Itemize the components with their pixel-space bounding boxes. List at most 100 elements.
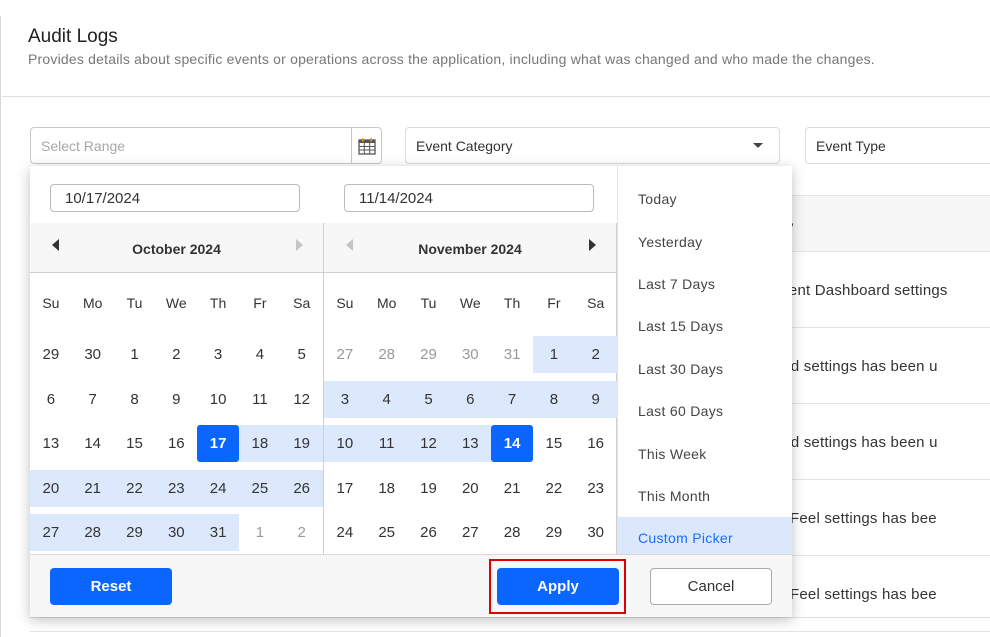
day-cell[interactable]: 7: [72, 381, 114, 418]
day-cell[interactable]: 13: [30, 425, 72, 462]
day-cell[interactable]: 26: [280, 469, 323, 507]
day-cell[interactable]: 5: [281, 336, 323, 373]
start-date-input[interactable]: 10/17/2024: [50, 184, 300, 212]
day-cell[interactable]: 6: [449, 380, 492, 418]
week-row: 24 25 26 27 28 29 30: [324, 511, 617, 556]
day-cell[interactable]: 5: [407, 380, 450, 418]
day-cell[interactable]: 3: [197, 336, 239, 373]
calendar-button[interactable]: [351, 128, 381, 163]
weekday-label: Su: [42, 295, 60, 311]
day-cell[interactable]: 24: [324, 514, 366, 551]
day-cell[interactable]: 17: [324, 470, 366, 507]
day-cell-selected[interactable]: 14: [491, 425, 533, 462]
day-cell[interactable]: 16: [155, 425, 197, 462]
day-cell[interactable]: 13: [449, 425, 492, 462]
date-range-field[interactable]: [30, 127, 382, 164]
day-cell[interactable]: 2: [155, 336, 197, 373]
day-cell[interactable]: 1: [532, 336, 575, 373]
day-cell[interactable]: 22: [533, 470, 575, 507]
week-row: 27 28 29 30 31 1 2: [30, 511, 323, 556]
day-grid: Su Mo Tu We Th Fr Sa 29 30 1 2 3 4 5 6 7 8 9 10 11 12 13 14 15 1…: [30, 274, 323, 556]
day-cell[interactable]: 11: [239, 381, 281, 418]
preset-yesterday[interactable]: Yesterday: [618, 220, 792, 262]
preset-last-7-days[interactable]: Last 7 Days: [618, 263, 792, 305]
day-cell[interactable]: 1: [239, 514, 281, 551]
day-cell[interactable]: 29: [30, 336, 72, 373]
day-cell[interactable]: 4: [365, 380, 408, 418]
day-cell[interactable]: 27: [324, 336, 366, 373]
day-cell[interactable]: 30: [575, 514, 617, 551]
week-row: 3456789: [324, 378, 617, 423]
day-cell[interactable]: 18: [238, 425, 281, 462]
day-cell[interactable]: 30: [155, 514, 198, 551]
day-cell[interactable]: 2: [574, 336, 617, 373]
day-grid: Su Mo Tu We Th Fr Sa 27 28 29 30 31 1 2 3 4 5 6 7 8 9 10 11 12 1…: [324, 274, 617, 556]
end-date-input[interactable]: 11/14/2024: [344, 184, 594, 212]
day-cell[interactable]: 11: [365, 425, 408, 462]
day-cell[interactable]: 16: [575, 425, 617, 462]
day-cell[interactable]: 21: [71, 469, 114, 507]
day-cell[interactable]: 15: [533, 425, 575, 462]
day-cell[interactable]: 31: [197, 514, 239, 551]
preset-last-60-days[interactable]: Last 60 Days: [618, 390, 792, 432]
day-cell[interactable]: 29: [408, 336, 450, 373]
day-cell[interactable]: 7: [491, 380, 533, 418]
preset-last-30-days[interactable]: Last 30 Days: [618, 348, 792, 390]
day-cell[interactable]: 24: [197, 469, 239, 507]
event-category-select[interactable]: Event Category: [405, 127, 780, 164]
day-cell[interactable]: 3: [324, 380, 366, 418]
preset-this-month[interactable]: This Month: [618, 475, 792, 517]
day-cell[interactable]: 15: [114, 425, 156, 462]
day-cell[interactable]: 28: [71, 514, 114, 551]
day-cell[interactable]: 23: [575, 470, 617, 507]
preset-today[interactable]: Today: [618, 178, 792, 220]
day-cell[interactable]: 23: [155, 469, 198, 507]
day-cell[interactable]: 29: [533, 514, 575, 551]
weekday-label: Tu: [420, 295, 437, 311]
cancel-button[interactable]: Cancel: [650, 568, 772, 605]
day-cell[interactable]: 10: [197, 381, 239, 418]
apply-button[interactable]: Apply: [497, 568, 619, 605]
day-cell[interactable]: 27: [449, 514, 491, 551]
day-cell[interactable]: 27: [30, 514, 72, 551]
day-cell[interactable]: 14: [72, 425, 114, 462]
day-cell[interactable]: 21: [491, 470, 533, 507]
day-cell[interactable]: 28: [491, 514, 533, 551]
day-cell[interactable]: 31: [491, 336, 533, 373]
date-range-input[interactable]: [31, 128, 351, 163]
day-cell[interactable]: 26: [408, 514, 450, 551]
day-cell-selected[interactable]: 17: [197, 425, 239, 462]
event-type-select[interactable]: Event Type: [805, 127, 990, 164]
day-cell[interactable]: 18: [366, 470, 408, 507]
day-cell[interactable]: 1: [114, 336, 156, 373]
day-cell[interactable]: 4: [239, 336, 281, 373]
day-cell[interactable]: 2: [281, 514, 323, 551]
weekday-label: Th: [503, 295, 521, 311]
preset-this-week[interactable]: This Week: [618, 432, 792, 474]
day-cell[interactable]: 12: [407, 425, 450, 462]
day-cell[interactable]: 8: [532, 380, 575, 418]
month-header: October 2024: [30, 223, 323, 273]
day-cell[interactable]: 19: [280, 425, 323, 462]
day-cell[interactable]: 28: [366, 336, 408, 373]
reset-button[interactable]: Reset: [50, 568, 172, 605]
day-cell[interactable]: 19: [408, 470, 450, 507]
day-cell[interactable]: 30: [72, 336, 114, 373]
day-cell[interactable]: 6: [30, 381, 72, 418]
day-cell[interactable]: 20: [449, 470, 491, 507]
weekday-header-row: Su Mo Tu We Th Fr Sa: [30, 274, 323, 333]
day-cell[interactable]: 30: [449, 336, 491, 373]
day-cell[interactable]: 9: [155, 381, 197, 418]
next-month-arrow-icon[interactable]: [589, 239, 596, 251]
next-month-arrow-icon[interactable]: [296, 239, 303, 251]
day-cell[interactable]: 25: [366, 514, 408, 551]
day-cell[interactable]: 10: [324, 425, 366, 462]
day-cell[interactable]: 9: [574, 380, 617, 418]
day-cell[interactable]: 25: [238, 469, 281, 507]
day-cell[interactable]: 8: [114, 381, 156, 418]
day-cell[interactable]: 29: [113, 514, 156, 551]
day-cell[interactable]: 12: [281, 381, 323, 418]
day-cell[interactable]: 20: [30, 469, 72, 507]
day-cell[interactable]: 22: [113, 469, 156, 507]
preset-last-15-days[interactable]: Last 15 Days: [618, 305, 792, 347]
